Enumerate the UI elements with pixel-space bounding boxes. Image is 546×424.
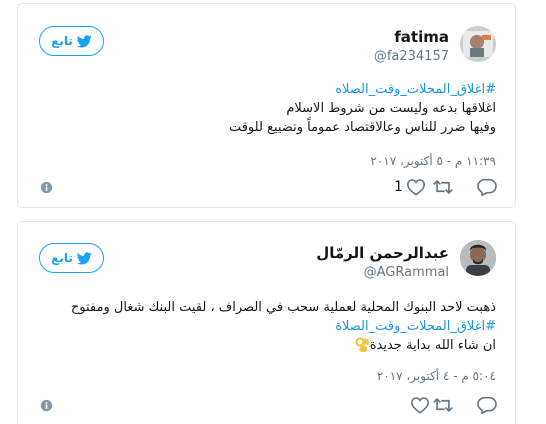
hashtag-link[interactable]: #اغلاق_المحلات_وقت_الصلاة <box>38 317 496 336</box>
reply-icon <box>477 396 497 414</box>
tweet-text: ذهبت لاحد البنوك المحلية لعملية سحب في ا… <box>38 298 496 358</box>
retweet-button[interactable] <box>432 394 454 416</box>
display-name[interactable]: fatima <box>394 28 449 46</box>
tweet-actions: 1 <box>18 176 515 198</box>
info-button[interactable] <box>40 394 53 416</box>
hashtag-link[interactable]: #اغلاق_المحلات_وقت_الصلاه <box>38 80 496 99</box>
tweet-line: وفيها ضرر للناس وعالاقتصاد عموماً وتضييع… <box>228 120 496 135</box>
reply-button[interactable] <box>477 176 497 198</box>
follow-button[interactable]: تابع <box>39 26 104 56</box>
heart-icon <box>410 397 430 414</box>
display-name[interactable]: عبدالرحمن الرمّال <box>316 244 449 262</box>
twitter-bird-icon <box>76 34 92 47</box>
avatar-image <box>460 26 496 62</box>
avatar[interactable] <box>460 240 496 276</box>
tweet-timestamp[interactable]: ١١:٣٩ م - ٥ أكتوبر، ٢٠١٧ <box>370 154 496 168</box>
twitter-bird-icon <box>76 251 92 264</box>
follow-button[interactable]: تابع <box>39 243 104 273</box>
follow-label: تابع <box>51 34 73 48</box>
tweet-line: اغلاقها بدعه وليست من شروط الاسلام <box>286 101 496 116</box>
like-button[interactable]: 1 <box>394 176 426 198</box>
tweet-line: ذهبت لاحد البنوك المحلية لعملية سحب في ا… <box>70 300 496 315</box>
user-handle[interactable]: @AGRammal <box>364 265 449 280</box>
avatar[interactable] <box>460 26 496 62</box>
retweet-icon <box>433 179 453 195</box>
tweet-line-text: ان شاء الله بداية جديدة <box>369 338 496 353</box>
tweet-card: عبدالرحمن الرمّال @AGRammal تابع ذهبت لا… <box>17 221 516 424</box>
tweet-line: ان شاء الله بداية جديدة <box>38 336 496 358</box>
user-handle[interactable]: @fa234157 <box>374 49 449 64</box>
tweet-actions <box>18 394 515 416</box>
retweet-icon <box>433 397 453 413</box>
follow-label: تابع <box>51 251 73 265</box>
tweet-card: fatima @fa234157 تابع #اغلاق_المحلات_وقت… <box>17 3 516 208</box>
info-icon <box>40 181 53 193</box>
like-button[interactable] <box>407 394 430 416</box>
info-button[interactable] <box>40 176 53 198</box>
retweet-button[interactable] <box>432 176 454 198</box>
ok-hand-emoji <box>354 336 370 358</box>
reply-button[interactable] <box>477 394 497 416</box>
tweet-text: #اغلاق_المحلات_وقت_الصلاه اغلاقها بدعه و… <box>38 80 496 137</box>
avatar-image <box>460 240 496 276</box>
info-icon <box>40 399 53 411</box>
reply-icon <box>477 178 497 196</box>
like-count: 1 <box>394 179 403 195</box>
heart-icon <box>406 179 425 196</box>
tweet-timestamp[interactable]: ٥:٠٤ م - ٤ أكتوبر، ٢٠١٧ <box>377 369 496 383</box>
